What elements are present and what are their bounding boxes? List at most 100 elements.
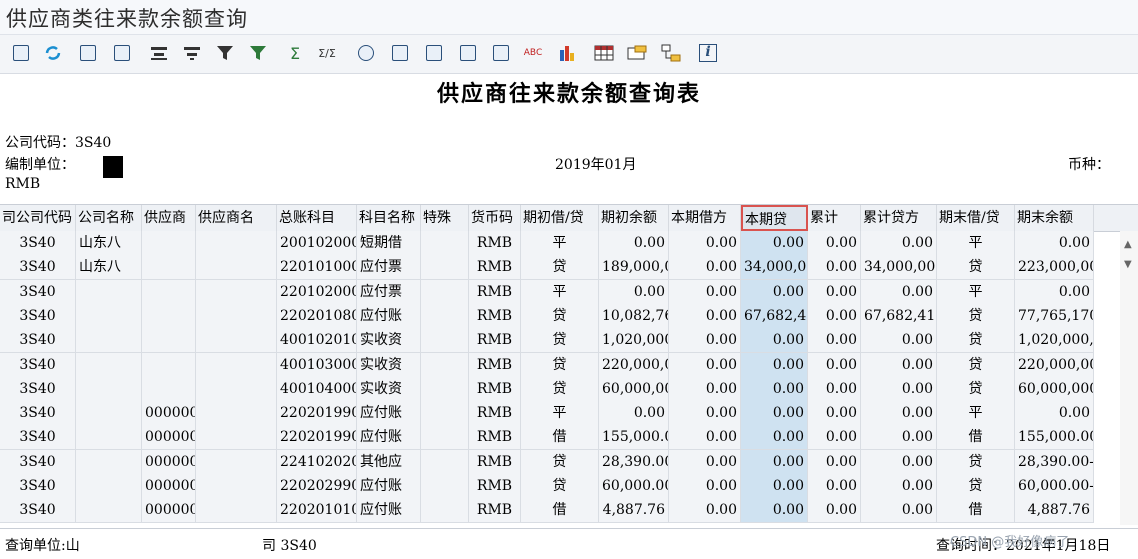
table-cell[interactable]	[76, 376, 142, 401]
table-cell[interactable]: 0.00	[741, 401, 808, 426]
table-cell[interactable]: 28,390.00-	[1015, 449, 1094, 474]
table-cell[interactable]: 0.00	[669, 303, 741, 328]
vertical-scrollbar[interactable]: ▲ ▼	[1120, 231, 1138, 525]
table-cell[interactable]: 实收资	[357, 328, 421, 353]
table-cell[interactable]: 平	[937, 401, 1015, 426]
table-cell[interactable]: 77,765,170.	[1015, 303, 1094, 328]
table-cell[interactable]: 0.00	[808, 328, 861, 353]
table-cell[interactable]	[196, 425, 277, 450]
table-cell[interactable]	[142, 255, 196, 280]
table-cell[interactable]	[196, 279, 277, 304]
table-cell[interactable]: 借	[521, 498, 599, 523]
table-row[interactable]: 3S400000002202010100应付账RMB借4,887.760.000…	[0, 498, 1094, 524]
table-cell[interactable]	[196, 376, 277, 401]
table-cell[interactable]: 0.00	[741, 352, 808, 377]
table-cell[interactable]: 3S40	[0, 401, 76, 426]
table-cell[interactable]	[76, 352, 142, 377]
table-cell[interactable]: 0.00	[599, 231, 669, 255]
table-cell[interactable]	[196, 255, 277, 280]
table-cell[interactable]: 155,000.00	[1015, 425, 1094, 450]
table-cell[interactable]: 0.00	[741, 279, 808, 304]
table-cell[interactable]: 0.00	[808, 425, 861, 450]
table-cell[interactable]: 0.00	[669, 255, 741, 280]
table-cell[interactable]	[76, 498, 142, 523]
table-cell[interactable]: 3S40	[0, 376, 76, 401]
table-cell[interactable]: RMB	[469, 255, 521, 280]
table-cell[interactable]: 0.00	[741, 425, 808, 450]
table-cell[interactable]: 220,000,0	[599, 352, 669, 377]
table-cell[interactable]	[421, 498, 469, 523]
column-header-14[interactable]: 期末借/贷	[937, 205, 1015, 231]
column-header-0[interactable]: 司公司代码	[0, 205, 76, 231]
column-header-2[interactable]: 供应商	[142, 205, 196, 231]
table-cell[interactable]: 贷	[521, 255, 599, 280]
table-cell[interactable]: 000000	[142, 498, 196, 523]
table-row[interactable]: 3S400000002202019900应付账RMB借155,000.00.00…	[0, 425, 1094, 451]
table-cell[interactable]: 0.00	[808, 498, 861, 523]
filter-icon[interactable]	[214, 42, 236, 64]
table-cell[interactable]: 3S40	[0, 231, 76, 255]
table-cell[interactable]: 贷	[937, 328, 1015, 353]
table-cell[interactable]: 山东八	[76, 255, 142, 280]
table-cell[interactable]: 贷	[937, 303, 1015, 328]
table-cell[interactable]: RMB	[469, 376, 521, 401]
table-cell[interactable]: 000000	[142, 474, 196, 498]
table-cell[interactable]: 1,020,000,	[599, 328, 669, 353]
table-cell[interactable]: 3S40	[0, 425, 76, 450]
table-cell[interactable]: 155,000.0	[599, 425, 669, 450]
table-cell[interactable]: 0.00	[741, 328, 808, 353]
table-cell[interactable]: 60,000.00-	[1015, 474, 1094, 498]
table-cell[interactable]: 3S40	[0, 474, 76, 498]
table-cell[interactable]: 34,000,000	[861, 255, 937, 280]
column-header-6[interactable]: 特殊	[421, 205, 469, 231]
table-cell[interactable]: 平	[937, 231, 1015, 255]
table-cell[interactable]: 0.00	[861, 449, 937, 474]
table-cell[interactable]: 0.00	[669, 352, 741, 377]
table-cell[interactable]: 0.00	[808, 401, 861, 426]
column-header-1[interactable]: 公司名称	[76, 205, 142, 231]
table-cell[interactable]: 平	[937, 279, 1015, 304]
table-cell[interactable]: 2001020000	[277, 231, 357, 255]
table-cell[interactable]: 67,682,410	[861, 303, 937, 328]
table-cell[interactable]: 0.00	[808, 303, 861, 328]
table-cell[interactable]: 应付票	[357, 279, 421, 304]
table-cell[interactable]: 10,082,76	[599, 303, 669, 328]
table-cell[interactable]: 0.00	[861, 425, 937, 450]
table-cell[interactable]: 贷	[937, 376, 1015, 401]
table-cell[interactable]: 贷	[937, 474, 1015, 498]
table-cell[interactable]: 贷	[521, 352, 599, 377]
table-cell[interactable]	[76, 328, 142, 353]
table-cell[interactable]: 平	[521, 401, 599, 426]
table-cell[interactable]: 2201010000	[277, 255, 357, 280]
table-cell[interactable]: 000000	[142, 425, 196, 450]
table-cell[interactable]: 借	[937, 498, 1015, 523]
table-cell[interactable]	[196, 498, 277, 523]
table-cell[interactable]: 0.00	[861, 352, 937, 377]
table-cell[interactable]	[196, 231, 277, 255]
table-cell[interactable]	[196, 449, 277, 474]
column-header-10[interactable]: 本期借方	[669, 205, 741, 231]
sum-icon[interactable]: Σ	[284, 42, 306, 64]
table-cell[interactable]: 4,887.76	[1015, 498, 1094, 523]
table-cell[interactable]	[76, 474, 142, 498]
column-header-7[interactable]: 货币码	[469, 205, 521, 231]
table-cell[interactable]	[421, 376, 469, 401]
table-row[interactable]: 3S40山东八2001020000短期借RMB平0.000.000.000.00…	[0, 231, 1094, 256]
import-icon[interactable]	[111, 42, 133, 64]
table-cell[interactable]: 4001030000	[277, 352, 357, 377]
table-cell[interactable]: 0.00	[741, 376, 808, 401]
table-cell[interactable]: RMB	[469, 498, 521, 523]
table-cell[interactable]: 2241020201	[277, 449, 357, 474]
table-cell[interactable]	[76, 401, 142, 426]
table-cell[interactable]	[421, 474, 469, 498]
table-cell[interactable]: 0.00	[1015, 231, 1094, 255]
table-cell[interactable]	[196, 474, 277, 498]
table-cell[interactable]: 贷	[937, 449, 1015, 474]
table-cell[interactable]: 3S40	[0, 303, 76, 328]
table-cell[interactable]: 0.00	[669, 401, 741, 426]
table-cell[interactable]: 0.00	[599, 401, 669, 426]
table-cell[interactable]	[196, 328, 277, 353]
table-row[interactable]: 3S400000002202019900应付账RMB平0.000.000.000…	[0, 401, 1094, 427]
table-cell[interactable]: 0.00	[599, 279, 669, 304]
table-cell[interactable]	[421, 255, 469, 280]
